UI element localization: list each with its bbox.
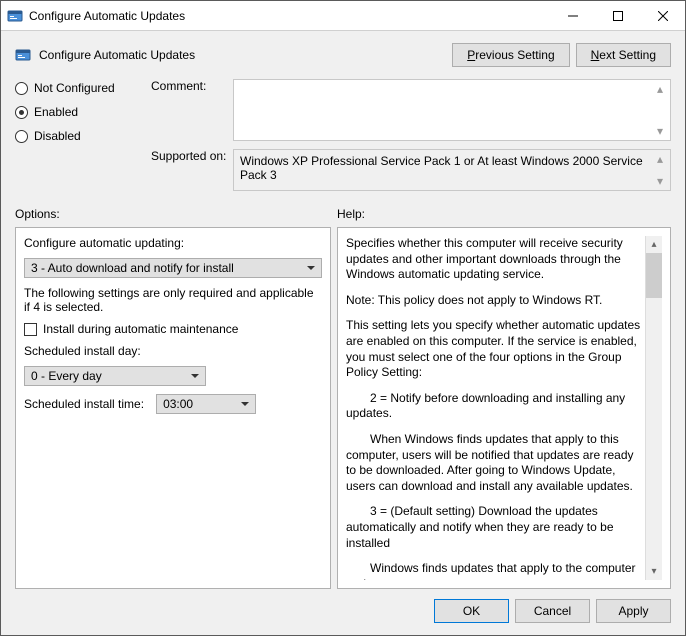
next-setting-button[interactable]: Next Setting xyxy=(576,43,671,67)
radio-enabled[interactable]: Enabled xyxy=(15,105,151,119)
header: Configure Automatic Updates Previous Set… xyxy=(1,31,685,75)
scheduled-time-label: Scheduled install time: xyxy=(24,397,144,411)
help-scrollbar[interactable]: ▴ ▾ xyxy=(645,236,662,580)
checkbox-icon xyxy=(24,323,37,336)
supported-on-box: Windows XP Professional Service Pack 1 o… xyxy=(233,149,671,191)
scheduled-day-label: Scheduled install day: xyxy=(24,344,322,358)
titlebar[interactable]: Configure Automatic Updates xyxy=(1,1,685,31)
window-title: Configure Automatic Updates xyxy=(29,9,550,23)
help-label: Help: xyxy=(337,207,365,221)
close-button[interactable] xyxy=(640,1,685,30)
help-pane: Specifies whether this computer will rec… xyxy=(337,227,671,589)
page-title: Configure Automatic Updates xyxy=(39,48,452,62)
radio-icon xyxy=(15,106,28,119)
scrollbar-track[interactable] xyxy=(646,253,662,563)
scroll-down-icon[interactable]: ▾ xyxy=(646,563,662,580)
apply-button[interactable]: Apply xyxy=(596,599,671,623)
footer: OK Cancel Apply xyxy=(1,589,685,635)
scroll-up-icon[interactable]: ▴ xyxy=(657,152,663,166)
comment-textarea[interactable]: ▴▾ xyxy=(233,79,671,141)
scroll-up-icon[interactable]: ▴ xyxy=(646,236,662,253)
scrollbar-thumb[interactable] xyxy=(646,253,662,298)
options-pane: Configure automatic updating: 3 - Auto d… xyxy=(15,227,331,589)
supported-on-label: Supported on: xyxy=(151,149,233,163)
radio-icon xyxy=(15,82,28,95)
configure-updating-select[interactable]: 3 - Auto download and notify for install xyxy=(24,258,322,278)
ok-button[interactable]: OK xyxy=(434,599,509,623)
radio-disabled[interactable]: Disabled xyxy=(15,129,151,143)
scroll-up-icon[interactable]: ▴ xyxy=(657,82,663,96)
install-during-maintenance-checkbox[interactable]: Install during automatic maintenance xyxy=(24,322,322,336)
minimize-button[interactable] xyxy=(550,1,595,30)
scheduled-time-select[interactable]: 03:00 xyxy=(156,394,256,414)
cancel-button[interactable]: Cancel xyxy=(515,599,590,623)
policy-icon xyxy=(15,47,31,63)
scheduled-day-select[interactable]: 0 - Every day xyxy=(24,366,206,386)
help-text: Specifies whether this computer will rec… xyxy=(346,236,645,580)
policy-editor-window: Configure Automatic Updates Configure Au… xyxy=(0,0,686,636)
radio-not-configured[interactable]: Not Configured xyxy=(15,81,151,95)
options-label: Options: xyxy=(15,207,337,221)
radio-icon xyxy=(15,130,28,143)
configure-updating-label: Configure automatic updating: xyxy=(24,236,322,250)
scroll-down-icon[interactable]: ▾ xyxy=(657,124,663,138)
maximize-button[interactable] xyxy=(595,1,640,30)
previous-setting-button[interactable]: Previous Setting xyxy=(452,43,569,67)
comment-label: Comment: xyxy=(151,79,233,93)
section-labels: Options: Help: xyxy=(1,191,685,227)
policy-icon xyxy=(7,8,23,24)
config-row: Not Configured Enabled Disabled Comment:… xyxy=(1,75,685,191)
options-note: The following settings are only required… xyxy=(24,286,322,314)
scroll-down-icon[interactable]: ▾ xyxy=(657,174,663,188)
